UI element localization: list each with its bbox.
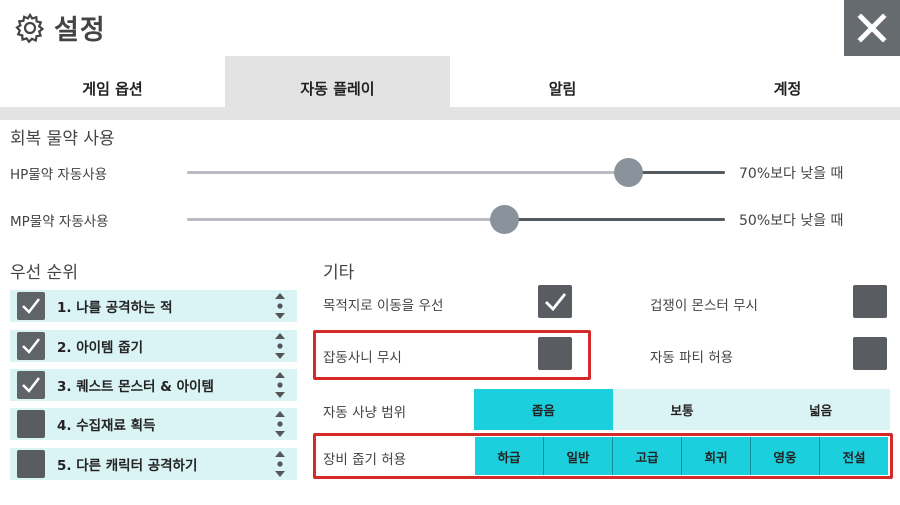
hp-potion-row: HP물약 자동사용 70%보다 낮을 때: [0, 157, 900, 187]
move-priority-checkbox[interactable]: [538, 285, 572, 318]
mp-potion-value: 50%보다 낮을 때: [739, 213, 844, 229]
title-area: 설정: [14, 8, 106, 47]
priority-item-label: 5. 다른 캐릭터 공격하기: [57, 458, 198, 474]
move-priority-label: 목적지로 이동을 우선: [323, 298, 444, 314]
priority-item[interactable]: 4. 수집재료 획득: [10, 408, 297, 440]
loot-grade-high[interactable]: 고급: [613, 437, 682, 475]
priority-item[interactable]: 2. 아이템 줍기: [10, 330, 297, 362]
drag-handle-icon[interactable]: [275, 372, 285, 398]
checkmark-icon: [545, 292, 567, 311]
priority-item[interactable]: 1. 나를 공격하는 적: [10, 290, 297, 322]
drag-handle-icon[interactable]: [275, 411, 285, 437]
loot-grade-normal[interactable]: 일반: [544, 437, 613, 475]
priority-checkbox[interactable]: [17, 292, 45, 320]
hp-potion-label: HP물약 자동사용: [10, 167, 108, 183]
hunt-range-selector: 좁음 보통 넓음: [474, 389, 890, 430]
ignore-coward-label: 겁쟁이 몬스터 무시: [650, 298, 758, 314]
close-icon: [857, 13, 887, 43]
hunt-range-normal[interactable]: 보통: [613, 389, 752, 430]
priority-item[interactable]: 5. 다른 캐릭터 공격하기: [10, 448, 297, 480]
ignore-junk-checkbox[interactable]: [538, 337, 572, 370]
checkmark-icon: [22, 338, 40, 354]
auto-party-checkbox[interactable]: [853, 337, 887, 370]
other-section-title: 기타: [323, 263, 355, 283]
mp-potion-slider-fill: [504, 218, 725, 221]
priority-checkbox[interactable]: [17, 371, 45, 399]
priority-item-label: 2. 아이템 줍기: [57, 340, 144, 356]
mp-potion-slider[interactable]: [187, 205, 725, 234]
priority-section-title: 우선 순위: [10, 263, 78, 283]
loot-grade-legendary[interactable]: 전설: [820, 437, 888, 475]
priority-item-label: 4. 수집재료 획득: [57, 418, 156, 434]
priority-item[interactable]: 3. 퀘스트 몬스터 & 아이템: [10, 369, 297, 401]
mp-potion-slider-thumb[interactable]: [490, 205, 519, 234]
hp-potion-value: 70%보다 낮을 때: [739, 166, 844, 182]
settings-header: 설정: [0, 0, 900, 56]
page-title: 설정: [54, 15, 106, 46]
checkmark-icon: [22, 298, 40, 314]
loot-grade-selector: 하급 일반 고급 희귀 영웅 전설: [475, 437, 888, 475]
loot-grade-low[interactable]: 하급: [475, 437, 544, 475]
priority-checkbox[interactable]: [17, 332, 45, 360]
loot-grade-rare[interactable]: 희귀: [682, 437, 751, 475]
hunt-range-wide[interactable]: 넓음: [751, 389, 890, 430]
loot-grade-label: 장비 줍기 허용: [323, 452, 407, 468]
drag-handle-icon[interactable]: [275, 333, 285, 359]
priority-checkbox[interactable]: [17, 450, 45, 478]
ignore-junk-label: 잡동사니 무시: [323, 350, 402, 366]
hunt-range-narrow[interactable]: 좁음: [474, 389, 613, 430]
hunt-range-label: 자동 사냥 범위: [323, 405, 407, 421]
mp-potion-label: MP물약 자동사용: [10, 214, 109, 230]
ignore-coward-checkbox[interactable]: [853, 285, 887, 318]
drag-handle-icon[interactable]: [275, 293, 285, 319]
priority-item-label: 3. 퀘스트 몬스터 & 아이템: [57, 379, 214, 395]
potion-section-title: 회복 물약 사용: [10, 129, 115, 149]
priority-item-label: 1. 나를 공격하는 적: [57, 300, 173, 316]
auto-party-label: 자동 파티 허용: [650, 350, 734, 366]
tabs-underline-bar: [0, 107, 900, 120]
drag-handle-icon[interactable]: [275, 451, 285, 477]
loot-grade-heroic[interactable]: 영웅: [751, 437, 820, 475]
checkmark-icon: [22, 377, 40, 393]
mp-potion-row: MP물약 자동사용 50%보다 낮을 때: [0, 204, 900, 234]
gear-icon: [15, 12, 45, 44]
priority-checkbox[interactable]: [17, 410, 45, 438]
hp-potion-slider[interactable]: [187, 158, 725, 187]
hp-potion-slider-thumb[interactable]: [614, 158, 643, 187]
close-button[interactable]: [844, 0, 900, 56]
